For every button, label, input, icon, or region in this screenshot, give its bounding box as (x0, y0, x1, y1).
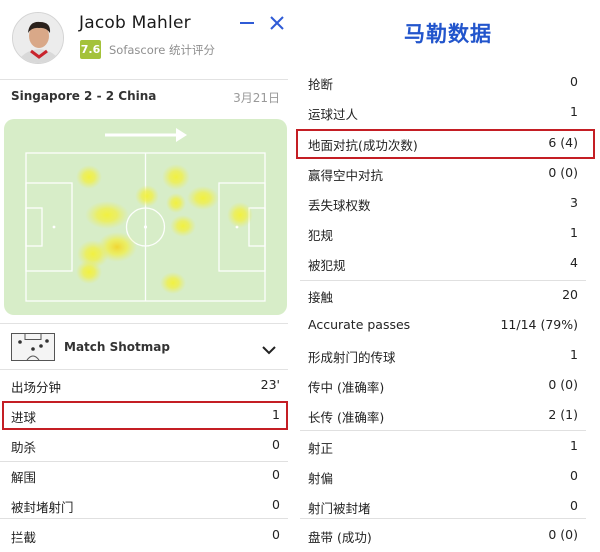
stat-label: 射正 (308, 441, 334, 456)
stat-row-interceptions: 拦截 0 (0, 520, 288, 550)
stat-value: 1 (570, 104, 578, 119)
stat-value: 0 (570, 468, 578, 483)
stat-label: 盘带 (成功) (308, 530, 372, 545)
stat-label: 射门被封堵 (308, 501, 371, 516)
stat-value: 0 (272, 437, 280, 452)
stat-row-shots-blocked: 射门被封堵 0 (296, 491, 590, 521)
stat-value: 23' (260, 377, 280, 392)
stat-row-tackles: 抢断 0 (296, 67, 590, 97)
divider (300, 518, 586, 519)
heatmap (4, 119, 287, 315)
stat-label: 抢断 (308, 77, 334, 92)
minimize-icon[interactable] (238, 13, 256, 33)
goal-net-icon (11, 333, 55, 361)
stat-value: 4 (570, 255, 578, 270)
stat-row-clearances: 解围 0 (0, 460, 288, 490)
stat-row-aerial-duels: 赢得空中对抗 0 (0) (296, 158, 590, 188)
stat-value: 0 (0) (548, 165, 578, 180)
stat-value: 1 (570, 225, 578, 240)
detailed-stats-panel: 马勒数据 抢断 0 运球过人 1 地面对抗(成功次数) 6 (4) 赢得空中对抗… (296, 0, 600, 552)
stat-value: 11/14 (79%) (500, 317, 578, 332)
stat-row-fouls: 犯规 1 (296, 218, 590, 248)
stat-label: 被犯规 (308, 258, 346, 273)
stat-row-touches: 接触 20 (296, 280, 590, 310)
panel-title: 马勒数据 (404, 22, 492, 46)
stat-label: 形成射门的传球 (308, 350, 396, 365)
stat-value: 0 (0) (548, 377, 578, 392)
rating-badge: 7.6 (80, 40, 101, 59)
stat-label: 运球过人 (308, 107, 359, 122)
stat-label: 被封堵射门 (11, 500, 74, 515)
stat-row-possession-lost: 丢失球权数 3 (296, 188, 590, 218)
stat-value: 0 (0) (548, 527, 578, 542)
chevron-down-icon[interactable] (261, 341, 277, 355)
stat-label: 丢失球权数 (308, 198, 371, 213)
stat-value: 2 (1) (548, 407, 578, 422)
rating-caption: Sofascore 统计评分 (109, 43, 215, 57)
shotmap-label: Match Shotmap (64, 340, 170, 354)
stat-value: 0 (570, 498, 578, 513)
stat-label: 解围 (11, 470, 37, 485)
stat-value: 1 (570, 438, 578, 453)
stat-row-was-fouled: 被犯规 4 (296, 248, 590, 278)
stat-row-crosses: 传中 (准确率) 0 (0) (296, 370, 590, 400)
match-title: Singapore 2 - 2 China (11, 89, 157, 103)
stat-value: 3 (570, 195, 578, 210)
stat-row-shots-on-target: 射正 1 (296, 431, 590, 461)
match-date: 3月21日 (233, 91, 280, 105)
stat-row-long-balls: 长传 (准确率) 2 (1) (296, 400, 590, 430)
highlight-box-goals (2, 401, 288, 430)
stat-label: 接触 (308, 290, 334, 305)
player-name: Jacob Mahler (79, 13, 191, 33)
stat-value: 20 (562, 287, 578, 302)
stat-row-accurate-passes: Accurate passes 11/14 (79%) (296, 310, 590, 340)
stat-label: 助杀 (11, 440, 37, 455)
stat-value: 0 (272, 467, 280, 482)
stat-label: 赢得空中对抗 (308, 168, 384, 183)
stat-value: 0 (272, 497, 280, 512)
stat-row-assists: 助杀 0 (0, 430, 288, 460)
stat-row-dribble-attempts: 盘带 (成功) 0 (0) (296, 520, 590, 550)
stat-row-minutes: 出场分钟 23' (0, 370, 288, 400)
shotmap-toggle[interactable]: Match Shotmap (0, 323, 288, 370)
stat-value: 0 (272, 527, 280, 542)
stat-row-dribbles: 运球过人 1 (296, 97, 590, 127)
stat-label: 拦截 (11, 530, 37, 545)
match-row[interactable]: Singapore 2 - 2 China 3月21日 (0, 80, 288, 113)
stat-row-blocked-shots: 被封堵射门 0 (0, 490, 288, 520)
stat-label: 出场分钟 (11, 380, 62, 395)
close-icon[interactable] (268, 13, 286, 33)
stat-value: 0 (570, 74, 578, 89)
attack-direction-arrow-icon (105, 128, 187, 142)
avatar (12, 12, 64, 64)
player-stats-panel: Jacob Mahler 7.6 Sofascore 统计评分 Singapor… (0, 0, 288, 552)
player-header: Jacob Mahler 7.6 Sofascore 统计评分 (0, 0, 288, 80)
stat-label: 射偏 (308, 471, 334, 486)
stat-label: 传中 (准确率) (308, 380, 385, 395)
divider (0, 518, 288, 519)
highlight-box-ground-duels (296, 129, 595, 159)
stat-row-shots-off-target: 射偏 0 (296, 461, 590, 491)
stat-label: Accurate passes (308, 317, 411, 332)
stat-row-key-passes: 形成射门的传球 1 (296, 340, 590, 370)
stat-label: 犯规 (308, 228, 334, 243)
stat-value: 1 (570, 347, 578, 362)
stat-label: 长传 (准确率) (308, 410, 385, 425)
